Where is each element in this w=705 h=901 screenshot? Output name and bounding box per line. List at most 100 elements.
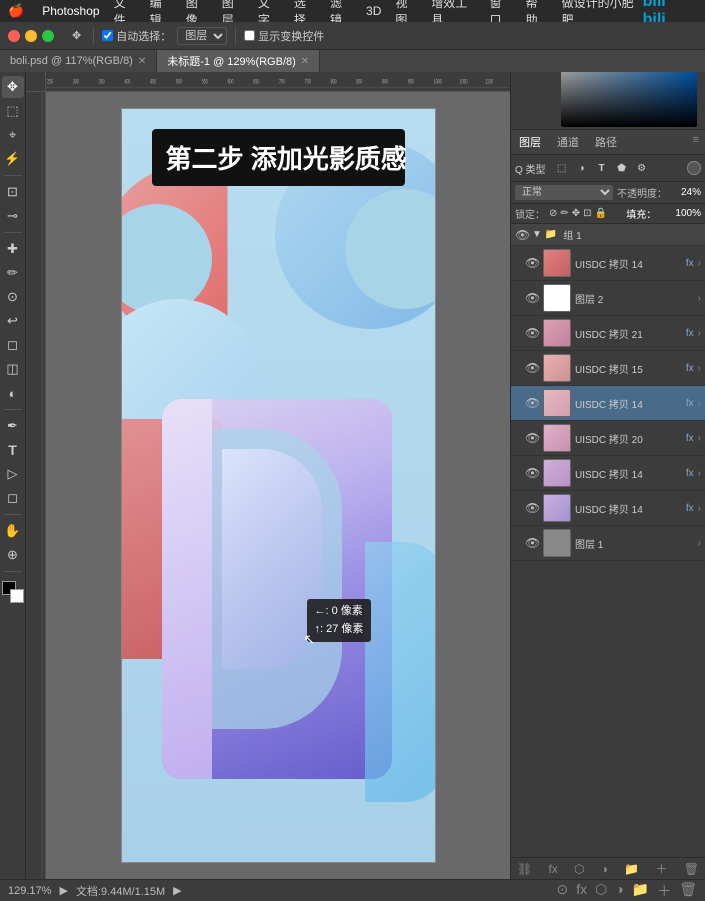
filter-adjustment-btn[interactable]: ◑ bbox=[573, 159, 591, 177]
ps-canvas[interactable]: 第二步 添加光影质感 ←: 0 像素 ↑: 27 像素 ↖ bbox=[46, 92, 510, 879]
apple-icon[interactable]: 🍎 bbox=[8, 3, 24, 19]
layer-row-2[interactable]: 👁 UISDC 拷贝 21 fx › bbox=[511, 316, 705, 351]
layer-thumb-4 bbox=[543, 389, 571, 417]
layer-row-5[interactable]: 👁 UISDC 拷贝 20 fx › bbox=[511, 421, 705, 456]
tab-channels[interactable]: 通道 bbox=[549, 130, 587, 154]
stamp-tool[interactable]: ⊙ bbox=[2, 286, 24, 308]
filter-smart-btn[interactable]: ⚙ bbox=[633, 159, 651, 177]
layer-row-4[interactable]: 👁 UISDC 拷贝 14 fx › bbox=[511, 386, 705, 421]
layer-row-6[interactable]: 👁 UISDC 拷贝 14 fx › bbox=[511, 456, 705, 491]
layers-panel-menu[interactable]: ≡ bbox=[687, 130, 705, 154]
move-tool[interactable]: ✥ bbox=[2, 76, 24, 98]
kind-label: Q 类型 bbox=[515, 161, 546, 176]
layer-fx-3: fx bbox=[686, 363, 694, 374]
svg-text:650: 650 bbox=[253, 78, 259, 85]
new-group-btn[interactable]: 📁 bbox=[624, 862, 639, 876]
selection-tool[interactable]: ⬚ bbox=[2, 100, 24, 122]
tab-boli[interactable]: boli.psd @ 117%(RGB/8) ✕ bbox=[0, 50, 157, 72]
lasso-tool[interactable]: ⌖ bbox=[2, 124, 24, 146]
lock-artboard-icon[interactable]: ⊡ bbox=[583, 208, 591, 219]
filter-shape-btn[interactable]: ⬟ bbox=[613, 159, 631, 177]
zoom-tool[interactable]: ⊕ bbox=[2, 544, 24, 566]
shape-tool[interactable]: ◻ bbox=[2, 487, 24, 509]
link-layers-btn[interactable]: ⛓ bbox=[517, 862, 532, 876]
add-mask-btn[interactable]: ⬡ bbox=[574, 862, 584, 876]
tab-untitled[interactable]: 未标题-1 @ 129%(RGB/8) ✕ bbox=[157, 50, 320, 72]
lock-transparent-icon[interactable]: ⊘ bbox=[549, 208, 557, 219]
history-brush-tool[interactable]: ↩ bbox=[2, 310, 24, 332]
layer-fx-0: fx bbox=[686, 258, 694, 269]
magic-wand-tool[interactable]: ⚡ bbox=[2, 148, 24, 170]
new-layer-btn[interactable]: ＋ bbox=[655, 860, 667, 877]
minimize-window-button[interactable] bbox=[25, 30, 37, 42]
show-transform-checkbox[interactable] bbox=[244, 30, 255, 41]
auto-select-checkbox[interactable] bbox=[102, 30, 113, 41]
zoom-arrow: ▶ bbox=[59, 884, 67, 897]
tab-layers[interactable]: 图层 bbox=[511, 130, 549, 154]
path-tool[interactable]: ▷ bbox=[2, 463, 24, 485]
layer-fx-5: fx bbox=[686, 433, 694, 444]
crop-tool[interactable]: ⊡ bbox=[2, 181, 24, 203]
lock-pixels-icon[interactable]: ✏ bbox=[560, 208, 568, 219]
layer-fx-6: fx bbox=[686, 468, 694, 479]
watermark: 做设计的小肥肥 bili bili bbox=[562, 0, 697, 22]
layer-eye-3[interactable]: 👁 bbox=[525, 361, 539, 375]
group-eye-icon[interactable]: 👁 bbox=[515, 228, 529, 242]
menu-3d[interactable]: 3D bbox=[366, 4, 381, 18]
layer-type-select[interactable]: 图层 bbox=[177, 27, 227, 45]
svg-text:600: 600 bbox=[227, 78, 233, 85]
layer-row-3[interactable]: 👁 UISDC 拷贝 15 fx › bbox=[511, 351, 705, 386]
layer-chevron-4: › bbox=[698, 398, 701, 409]
ruler-left bbox=[26, 92, 46, 879]
type-tool[interactable]: T bbox=[2, 439, 24, 461]
add-fx-btn[interactable]: fx bbox=[548, 862, 557, 876]
file-info: 文档:9.44M/1.15M bbox=[76, 883, 165, 899]
more-info: ▶ bbox=[173, 884, 181, 897]
layer-eye-7[interactable]: 👁 bbox=[525, 501, 539, 515]
new-adjustment-btn[interactable]: ◑ bbox=[601, 862, 608, 876]
layer-fx-7: fx bbox=[686, 503, 694, 514]
layer-row[interactable]: 👁 UISDC 拷贝 14 fx › bbox=[511, 246, 705, 281]
eraser-tool[interactable]: ◻ bbox=[2, 334, 24, 356]
maximize-window-button[interactable] bbox=[42, 30, 54, 42]
blend-mode-select[interactable]: 正常 bbox=[515, 185, 613, 200]
pen-tool[interactable]: ✒ bbox=[2, 415, 24, 437]
shape-s-bottom bbox=[365, 542, 436, 802]
filter-type-btn[interactable]: T bbox=[593, 159, 611, 177]
layer-row-1[interactable]: 👁 图层 2 › bbox=[511, 281, 705, 316]
gradient-tool[interactable]: ◫ bbox=[2, 358, 24, 380]
cursor: ↖ bbox=[304, 631, 312, 639]
dodge-tool[interactable]: ◐ bbox=[2, 382, 24, 404]
layer-name-3: UISDC 拷贝 15 bbox=[575, 361, 682, 376]
heal-tool[interactable]: ✚ bbox=[2, 238, 24, 260]
layer-eye-1[interactable]: 👁 bbox=[525, 291, 539, 305]
layers-list: 👁 ▼ 📁 组 1 👁 UISDC 拷贝 14 fx › 👁 图层 2 › bbox=[511, 224, 705, 857]
hand-tool[interactable]: ✋ bbox=[2, 520, 24, 542]
layer-eye-8[interactable]: 👁 bbox=[525, 536, 539, 550]
brush-tool[interactable]: ✏ bbox=[2, 262, 24, 284]
layer-group-header[interactable]: 👁 ▼ 📁 组 1 bbox=[511, 224, 705, 246]
color-swatch[interactable] bbox=[2, 581, 24, 603]
tab-paths[interactable]: 路径 bbox=[587, 130, 625, 154]
close-window-button[interactable] bbox=[8, 30, 20, 42]
lock-position-icon[interactable]: ✥ bbox=[572, 208, 580, 219]
svg-text:900: 900 bbox=[382, 78, 388, 85]
layer-row-7[interactable]: 👁 UISDC 拷贝 14 fx › bbox=[511, 491, 705, 526]
layer-eye-5[interactable]: 👁 bbox=[525, 431, 539, 445]
layer-eye-2[interactable]: 👁 bbox=[525, 326, 539, 340]
layer-row-8[interactable]: 👁 图层 1 › bbox=[511, 526, 705, 561]
eyedropper-tool[interactable]: ⊸ bbox=[2, 205, 24, 227]
menu-photoshop[interactable]: Photoshop bbox=[42, 4, 99, 18]
background-color[interactable] bbox=[10, 589, 24, 603]
filter-toggle[interactable] bbox=[687, 161, 701, 175]
layer-eye-6[interactable]: 👁 bbox=[525, 466, 539, 480]
layer-eye-4[interactable]: 👁 bbox=[525, 396, 539, 410]
layer-eye-0[interactable]: 👁 bbox=[525, 256, 539, 270]
tab-untitled-close[interactable]: ✕ bbox=[301, 56, 309, 67]
filter-pixel-btn[interactable]: ⬚ bbox=[553, 159, 571, 177]
move-tool-indicator[interactable]: ✥ bbox=[68, 27, 85, 44]
group-name: 组 1 bbox=[563, 227, 581, 242]
delete-layer-btn[interactable]: 🗑 bbox=[684, 862, 699, 876]
tab-boli-close[interactable]: ✕ bbox=[138, 56, 146, 67]
lock-all-icon[interactable]: 🔒 bbox=[595, 208, 607, 219]
